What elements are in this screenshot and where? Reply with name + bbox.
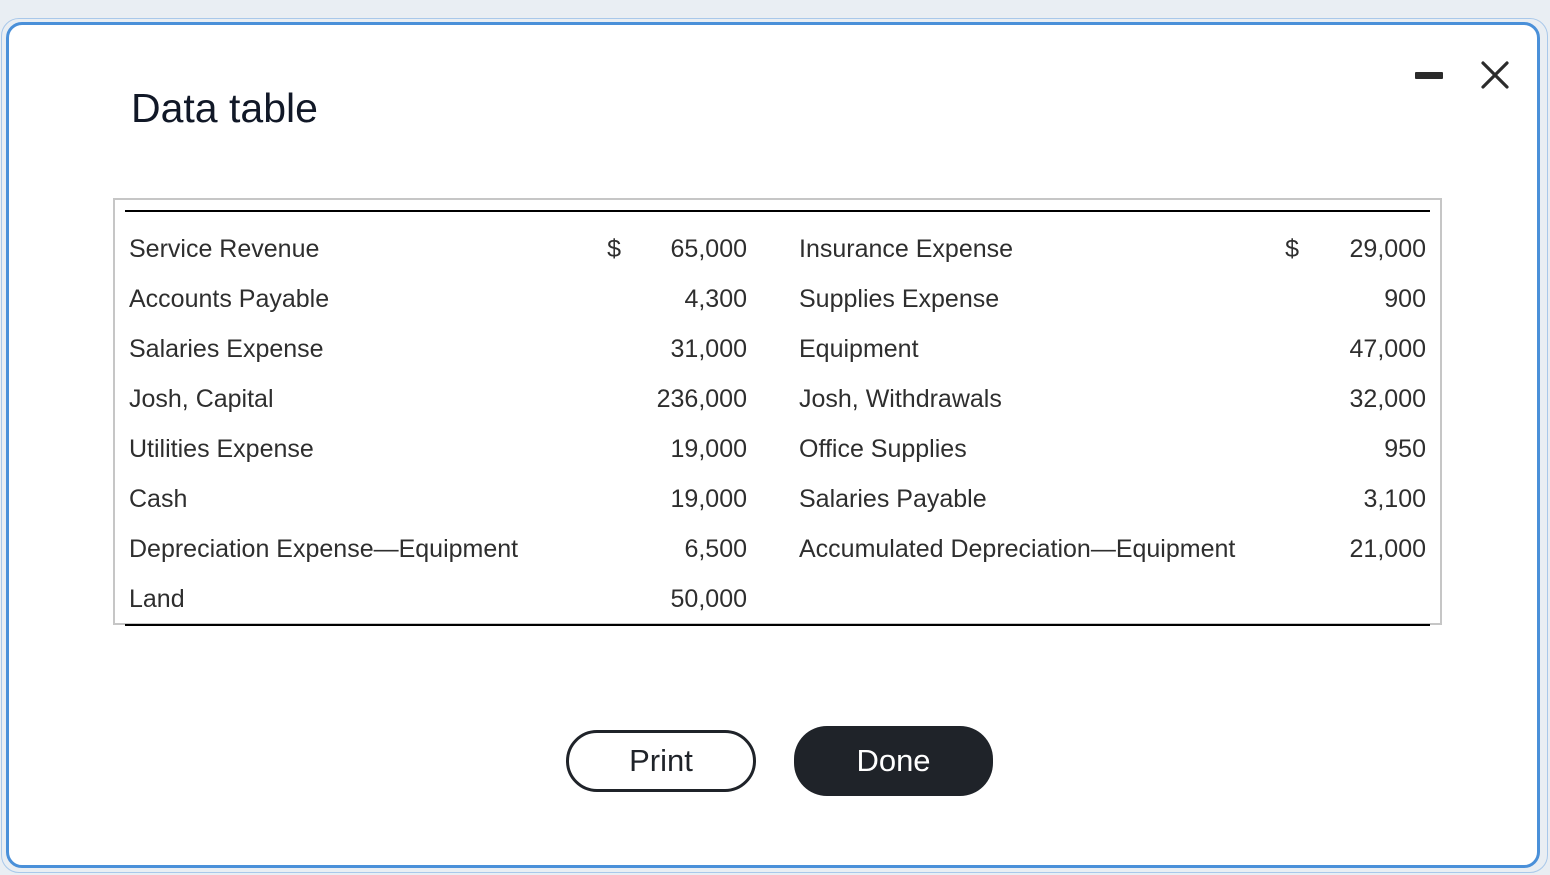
table-row: Land 50,000 (125, 574, 1430, 624)
column-gap (747, 474, 795, 524)
right-dollar-sign (1269, 574, 1299, 624)
left-dollar-sign: $ (607, 234, 621, 263)
table-row: Service Revenue $65,000 Insurance Expense $… (125, 212, 1430, 274)
print-button[interactable]: Print (566, 730, 756, 792)
table-row: Salaries Expense 31,000 Equipment 47,000 (125, 324, 1430, 374)
left-account-label: Depreciation Expense—Equipment (129, 534, 519, 563)
right-account-label: Salaries Payable (799, 484, 987, 513)
right-amount: 21,000 (1349, 534, 1426, 563)
column-gap (747, 524, 795, 574)
left-dollar-sign (591, 474, 621, 524)
left-account-label: Accounts Payable (129, 284, 330, 313)
column-gap (747, 274, 795, 324)
right-amount: 900 (1384, 284, 1426, 313)
left-dollar-sign (591, 424, 621, 474)
right-account-label: Accumulated Depreciation—Equipment (799, 534, 1236, 563)
table-row: Utilities Expense 19,000 Office Supplies 95… (125, 424, 1430, 474)
left-amount: 19,000 (670, 434, 747, 463)
right-account-label: Equipment (799, 334, 919, 363)
left-account-label: Josh, Capital (129, 384, 274, 413)
table-row: Depreciation Expense—Equipment 6,500 Accum… (125, 524, 1430, 574)
right-dollar-sign (1269, 374, 1299, 424)
window-controls (1415, 59, 1511, 91)
dialog-title: Data table (131, 85, 318, 131)
right-amount: 950 (1384, 434, 1426, 463)
right-account-label: Supplies Expense (799, 284, 1000, 313)
left-account-label: Cash (129, 484, 188, 513)
right-dollar-sign: $ (1285, 234, 1299, 263)
left-dollar-sign (591, 524, 621, 574)
left-dollar-sign (591, 324, 621, 374)
column-gap (747, 212, 795, 274)
left-amount: 50,000 (670, 584, 747, 613)
right-amount: 29,000 (1349, 234, 1426, 263)
right-account-label (795, 574, 1269, 624)
left-amount: 19,000 (670, 484, 747, 513)
column-gap (747, 424, 795, 474)
right-account-label: Insurance Expense (799, 234, 1014, 263)
left-account-label: Service Revenue (129, 234, 320, 263)
minimize-icon[interactable] (1415, 70, 1445, 80)
right-amount: 3,100 (1363, 484, 1426, 513)
left-amount: 236,000 (656, 384, 747, 413)
right-account-label: Josh, Withdrawals (799, 384, 1002, 413)
left-amount: 31,000 (670, 334, 747, 363)
right-account-label: Office Supplies (799, 434, 967, 463)
left-amount: 6,500 (684, 534, 747, 563)
right-dollar-sign (1269, 474, 1299, 524)
close-icon[interactable] (1479, 59, 1511, 91)
column-gap (747, 374, 795, 424)
right-amount: 47,000 (1349, 334, 1426, 363)
column-gap (747, 324, 795, 374)
data-table-dialog: Data table Service Revenue $65,000 Insuran… (6, 22, 1540, 868)
left-dollar-sign (591, 274, 621, 324)
left-account-label: Salaries Expense (129, 334, 324, 363)
left-amount: 65,000 (670, 234, 747, 263)
left-dollar-sign (591, 574, 621, 624)
right-dollar-sign (1269, 274, 1299, 324)
table-row: Cash 19,000 Salaries Payable 3,100 (125, 474, 1430, 524)
right-dollar-sign (1269, 324, 1299, 374)
table-row: Accounts Payable 4,300 Supplies Expense 900 (125, 274, 1430, 324)
right-amount: 32,000 (1349, 384, 1426, 413)
left-account-label: Utilities Expense (129, 434, 314, 463)
left-dollar-sign (591, 374, 621, 424)
left-amount: 4,300 (684, 284, 747, 313)
column-gap (747, 574, 795, 624)
account-balances-table: Service Revenue $65,000 Insurance Expense $… (125, 212, 1430, 624)
done-button[interactable]: Done (794, 726, 993, 796)
left-account-label: Land (129, 584, 185, 613)
right-amount (1299, 574, 1430, 624)
right-dollar-sign (1269, 424, 1299, 474)
data-table-container: Service Revenue $65,000 Insurance Expense $… (113, 198, 1442, 626)
table-row: Josh, Capital 236,000 Josh, Withdrawals 32,… (125, 374, 1430, 424)
data-table-rules: Service Revenue $65,000 Insurance Expense $… (125, 210, 1430, 626)
right-dollar-sign (1269, 524, 1299, 574)
